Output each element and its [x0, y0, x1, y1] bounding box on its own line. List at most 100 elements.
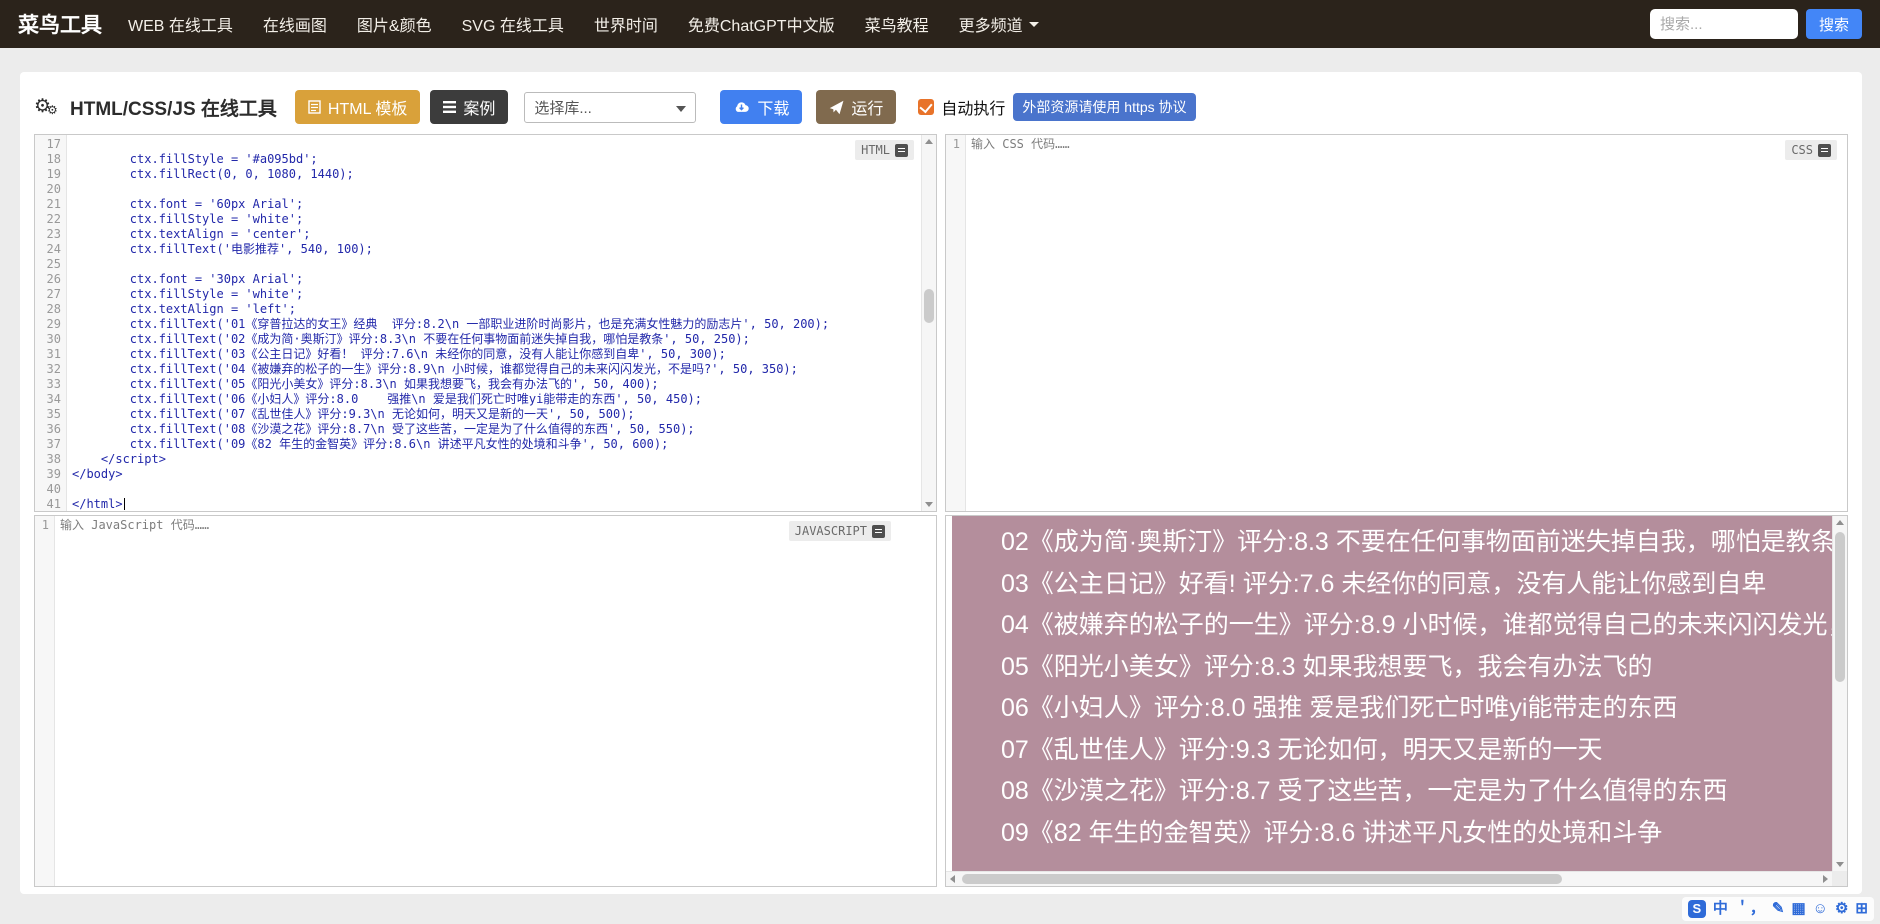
output-vscrollbar[interactable] [1832, 516, 1847, 871]
clear-icon[interactable] [872, 524, 885, 538]
download-button[interactable]: 下载 [720, 90, 803, 124]
line-number: 34 [46, 392, 61, 406]
scrollbar-thumb[interactable] [924, 289, 934, 323]
gears-icon: ⚙ ⚙ [34, 96, 58, 117]
code-line: </script> [72, 452, 166, 466]
line-number: 29 [46, 317, 61, 331]
line-number: 28 [46, 302, 61, 316]
ime-icon[interactable]: ▦ [1791, 897, 1805, 921]
nav-item[interactable]: 在线画图 [263, 12, 327, 36]
code-line: ctx.font = '30px Arial'; [72, 272, 304, 286]
download-label: 下载 [757, 101, 790, 118]
cloud-download-icon [736, 102, 750, 112]
output-line: 02《成为简·奥斯汀》评分:8.3 不要在任何事物面前迷失掉自我，哪怕是教条 [1001, 528, 1832, 556]
main-container: ⚙ ⚙ HTML/CSS/JS 在线工具 HTML 模板 案例 选择库... 下载… [20, 72, 1862, 894]
ime-icon[interactable]: ⊞ [1855, 897, 1868, 921]
code-line: ctx.fillText('01《穿普拉达的女王》经典 评分:8.2\n 一部职… [72, 317, 830, 331]
code-line: ctx.fillStyle = 'white'; [72, 212, 304, 226]
line-number: 23 [46, 227, 61, 241]
code-line: ctx.fillText('02《成为简·奥斯汀》评分:8.3\n 不要在任何事… [72, 332, 750, 346]
line-number: 17 [46, 137, 61, 151]
scroll-left-icon[interactable] [950, 875, 955, 883]
ime-icon[interactable]: ✎ [1772, 897, 1785, 921]
navbar-search: 搜索 [1649, 9, 1862, 39]
output-line: 03《公主日记》好看! 评分:7.6 未经你的同意，没有人能让你感到自卑 [1001, 569, 1767, 598]
code-line: ctx.fillStyle = '#a095bd'; [72, 152, 318, 166]
scroll-right-icon[interactable] [1823, 875, 1828, 883]
scroll-up-icon[interactable] [925, 139, 933, 144]
html-editor-scrollbar[interactable] [921, 135, 936, 511]
line-number: 26 [46, 272, 61, 286]
html-code-area[interactable]: ctx.fillStyle = '#a095bd'; ctx.fillRect(… [67, 135, 936, 511]
https-protocol-badge: 外部资源请使用 https 协议 [1013, 93, 1196, 121]
clear-icon[interactable] [1818, 143, 1831, 157]
code-line: ctx.font = '60px Arial'; [72, 197, 304, 211]
examples-button[interactable]: 案例 [430, 90, 509, 124]
nav-item[interactable]: SVG 在线工具 [462, 12, 564, 36]
css-code-area[interactable]: 输入 CSS 代码…… [966, 135, 1847, 511]
line-number: 30 [46, 332, 61, 346]
nav-item[interactable]: 菜鸟教程 [865, 12, 929, 36]
ime-icon[interactable]: ⚙ [1835, 897, 1848, 921]
code-line: ctx.fillRect(0, 0, 1080, 1440); [72, 167, 354, 181]
search-button[interactable]: 搜索 [1805, 9, 1862, 39]
scroll-down-icon[interactable] [1836, 862, 1844, 867]
run-label: 运行 [851, 101, 884, 118]
ime-icon[interactable]: 中 [1713, 897, 1728, 921]
code-line: ctx.fillText('04《被嫌弃的松子的一生》评分:8.9\n 小时候，… [72, 362, 798, 376]
scrollbar-thumb[interactable] [962, 874, 1562, 884]
search-input[interactable] [1649, 9, 1798, 39]
line-number: 36 [46, 422, 61, 436]
chevron-down-icon [676, 105, 687, 112]
js-code-area[interactable]: 输入 JavaScript 代码…… [55, 516, 936, 886]
output-hscrollbar[interactable] [946, 871, 1832, 886]
template-icon [308, 100, 321, 114]
css-editor-panel: 1 输入 CSS 代码…… CSS [945, 134, 1848, 512]
nav-item-more-channels[interactable]: 更多频道 [959, 12, 1039, 36]
nav-item[interactable]: 世界时间 [594, 12, 658, 36]
code-line: ctx.fillText('06《小妇人》评分:8.0 强推\n 爱是我们死亡时… [72, 392, 703, 406]
line-number: 40 [46, 482, 61, 496]
scroll-down-icon[interactable] [925, 502, 933, 507]
line-number: 33 [46, 377, 61, 391]
code-line: ctx.textAlign = 'left'; [72, 302, 296, 316]
output-line: 06《小妇人》评分:8.0 强推 爱是我们死亡时唯yi能带走的东西 [1001, 694, 1678, 722]
run-button[interactable]: 运行 [816, 90, 897, 124]
html-panel-badge: HTML [855, 140, 914, 160]
library-select-value: 选择库... [534, 99, 592, 117]
code-line: </body> [72, 467, 123, 481]
ime-logo-icon[interactable]: S [1687, 900, 1706, 918]
clear-icon[interactable] [895, 143, 908, 157]
css-line-numbers: 1 [946, 135, 966, 511]
code-line: </html> [72, 497, 125, 511]
nav-item[interactable]: 免费ChatGPT中文版 [688, 12, 835, 36]
html-line-numbers: 17 18 19 20 21 22 23 24 25 26 27 28 29 30 31 32 33 34 35 36… [35, 135, 67, 511]
code-line: ctx.fillText('03《公主日记》好看！ 评分:7.6\n 未经你的同… [72, 347, 726, 361]
auto-run-label: 自动执行 [941, 101, 1006, 118]
library-select[interactable]: 选择库... [524, 91, 697, 123]
output-line: 05《阳光小美女》评分:8.3 如果我想要飞，我会有办法飞的 [1001, 652, 1653, 681]
nav-item[interactable]: WEB 在线工具 [128, 12, 233, 36]
output-line: 04《被嫌弃的松子的一生》评分:8.9 小时候，谁都觉得自己的未来闪闪发光，不是… [1001, 611, 1832, 639]
css-panel-badge: CSS [1785, 140, 1837, 160]
output-line: 07《乱世佳人》评分:9.3 无论如何，明天又是新的一天 [1001, 735, 1603, 764]
js-editor-panel: 1 输入 JavaScript 代码…… JAVASCRIPT [34, 515, 937, 887]
ime-icon[interactable]: ☺ [1813, 897, 1828, 921]
chevron-down-icon [1028, 21, 1039, 27]
js-panel-badge: JAVASCRIPT [788, 521, 891, 541]
html-template-button[interactable]: HTML 模板 [294, 90, 421, 124]
output-line: 08《沙漠之花》评分:8.7 受了这些苦，一定是为了什么值得的东西 [1001, 777, 1728, 805]
ime-icon[interactable]: ＇， [1735, 897, 1765, 921]
list-icon [443, 101, 457, 113]
line-number: 18 [46, 152, 61, 166]
site-logo[interactable]: 菜鸟工具 [18, 9, 102, 39]
page-title: HTML/CSS/JS 在线工具 [70, 98, 277, 120]
line-number: 24 [46, 242, 61, 256]
scroll-up-icon[interactable] [1836, 520, 1844, 525]
nav-item[interactable]: 图片&颜色 [357, 12, 432, 36]
auto-run-checkbox[interactable] [918, 99, 935, 115]
scrollbar-thumb[interactable] [1835, 532, 1845, 682]
output-canvas: 02《成为简·奥斯汀》评分:8.3 不要在任何事物面前迷失掉自我，哪怕是教条 03… [952, 516, 1832, 871]
